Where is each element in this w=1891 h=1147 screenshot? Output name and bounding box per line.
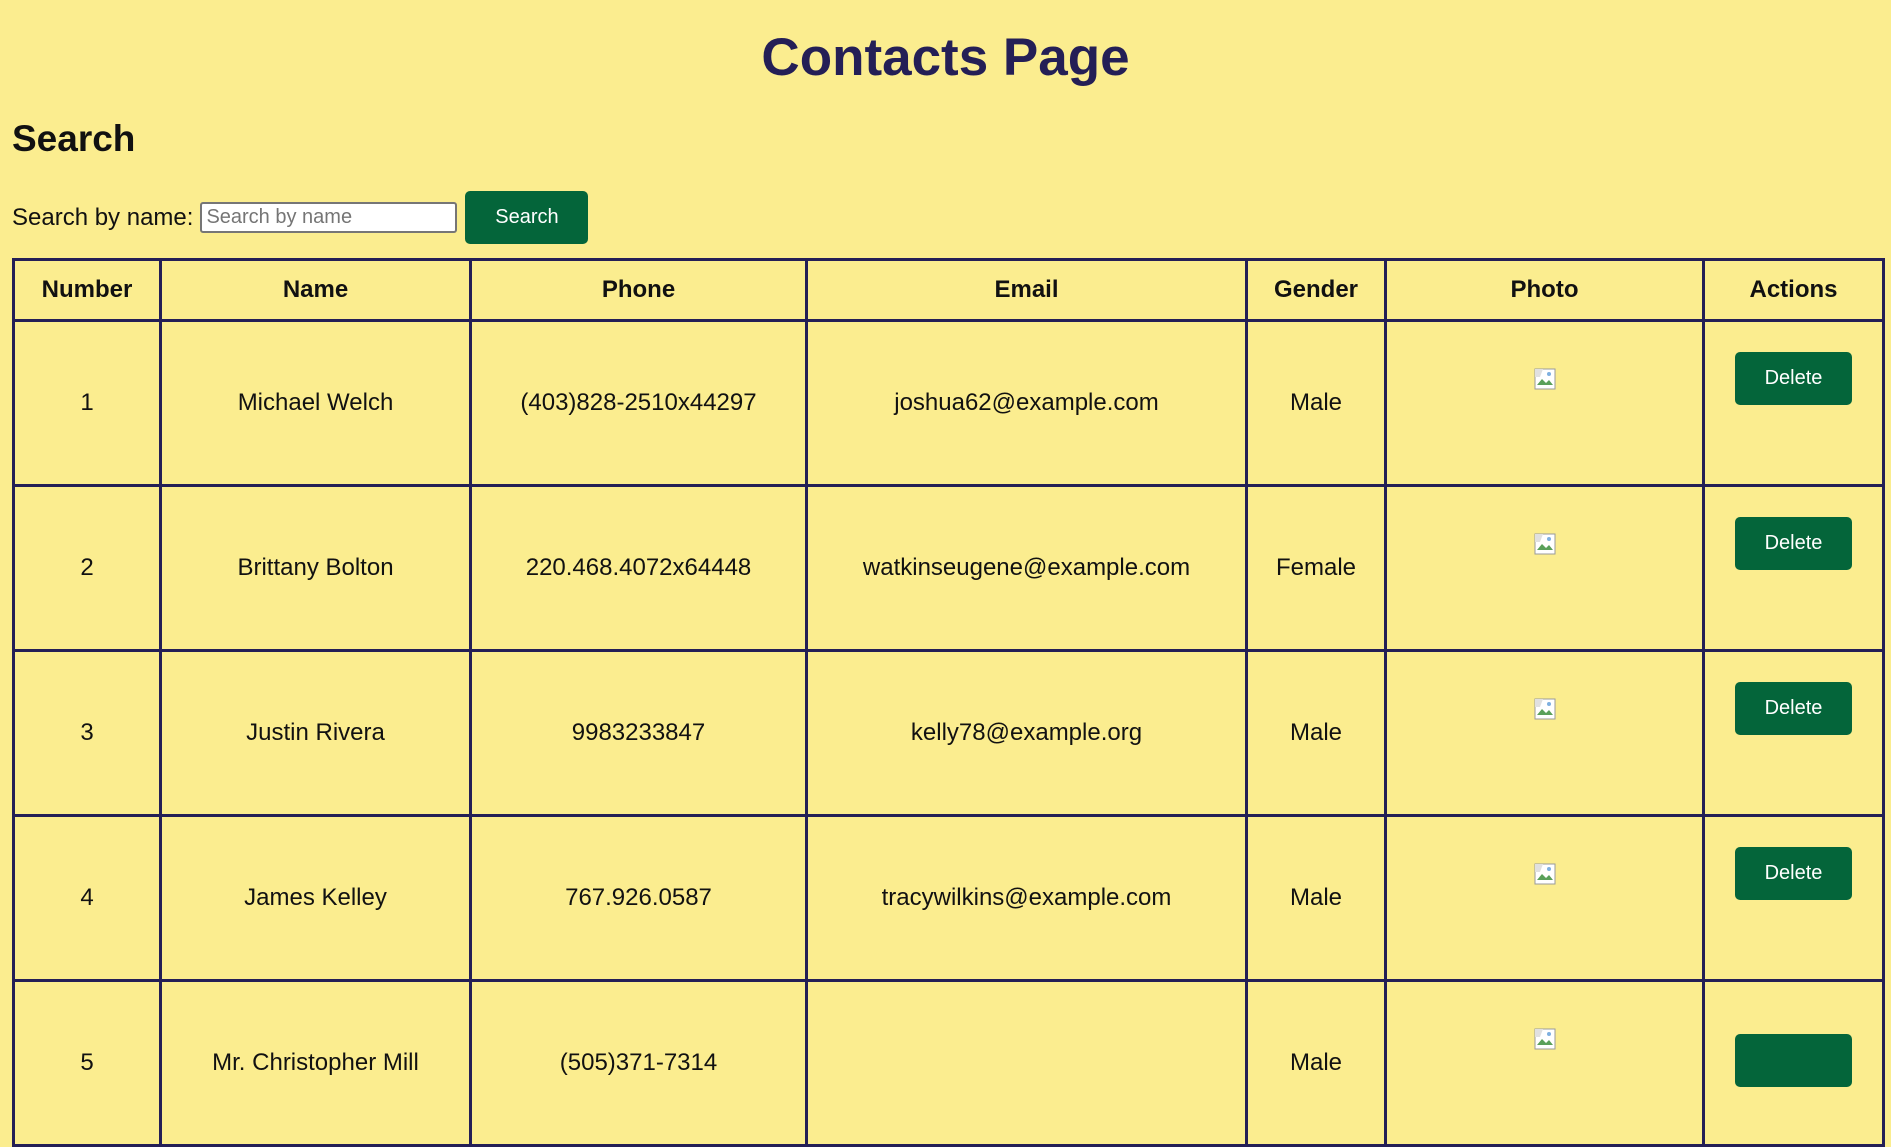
cell-email: watkinseugene@example.com [805,484,1248,652]
table-row: 1 Michael Welch (403)828-2510x44297 joshua6… [12,319,1885,487]
cell-actions: Delete [1702,814,1885,982]
cell-actions: Delete [1702,649,1885,817]
cell-gender: Male [1245,814,1387,982]
cell-number: 2 [12,484,162,652]
contacts-table: Number Name Phone Email Gender Photo Act… [12,258,1885,1147]
broken-image-icon [1534,368,1556,390]
cell-phone: (403)828-2510x44297 [469,319,808,487]
cell-actions: Delete [1702,319,1885,487]
cell-gender: Male [1245,979,1387,1147]
broken-image-icon [1534,863,1556,885]
column-header-phone: Phone [469,258,808,322]
cell-photo [1384,814,1705,982]
column-header-name: Name [159,258,472,322]
cell-photo [1384,979,1705,1147]
table-row: 5 Mr. Christopher Mill (505)371-7314 Male [12,979,1885,1147]
delete-button[interactable]: Delete [1735,352,1852,405]
cell-gender: Male [1245,649,1387,817]
cell-email: tracywilkins@example.com [805,814,1248,982]
table-row: 3 Justin Rivera 9983233847 kelly78@example.… [12,649,1885,817]
column-header-number: Number [12,258,162,322]
cell-photo [1384,484,1705,652]
page-title: Contacts Page [761,28,1130,87]
search-heading: Search [12,118,136,159]
column-header-email: Email [805,258,1248,322]
cell-number: 3 [12,649,162,817]
cell-email: joshua62@example.com [805,319,1248,487]
cell-name: Mr. Christopher Mill [159,979,472,1147]
cell-gender: Female [1245,484,1387,652]
column-header-photo: Photo [1384,258,1705,322]
broken-image-icon [1534,533,1556,555]
delete-button[interactable]: Delete [1735,847,1852,900]
delete-button[interactable]: Delete [1735,682,1852,735]
cell-number: 5 [12,979,162,1147]
table-header-row: Number Name Phone Email Gender Photo Act… [12,258,1885,322]
cell-name: James Kelley [159,814,472,982]
delete-button[interactable]: Delete [1735,517,1852,570]
cell-name: Justin Rivera [159,649,472,817]
broken-image-icon [1534,698,1556,720]
search-label: Search by name: [12,203,194,231]
cell-name: Brittany Bolton [159,484,472,652]
search-button[interactable]: Search [465,191,589,244]
table-row: 2 Brittany Bolton 220.468.4072x64448 watkin… [12,484,1885,652]
broken-image-icon [1534,1028,1556,1050]
cell-phone: 9983233847 [469,649,808,817]
cell-phone: 767.926.0587 [469,814,808,982]
cell-actions [1702,979,1885,1147]
cell-photo [1384,649,1705,817]
search-input[interactable] [200,202,458,233]
cell-email [805,979,1248,1147]
cell-phone: 220.468.4072x64448 [469,484,808,652]
cell-photo [1384,319,1705,487]
table-row: 4 James Kelley 767.926.0587 tracywilkins@ex… [12,814,1885,982]
cell-number: 1 [12,319,162,487]
search-bar: Search by name: Search [12,191,589,244]
column-header-gender: Gender [1245,258,1387,322]
cell-gender: Male [1245,319,1387,487]
delete-button[interactable] [1735,1034,1852,1087]
cell-email: kelly78@example.org [805,649,1248,817]
cell-name: Michael Welch [159,319,472,487]
cell-number: 4 [12,814,162,982]
cell-actions: Delete [1702,484,1885,652]
column-header-actions: Actions [1702,258,1885,322]
cell-phone: (505)371-7314 [469,979,808,1147]
